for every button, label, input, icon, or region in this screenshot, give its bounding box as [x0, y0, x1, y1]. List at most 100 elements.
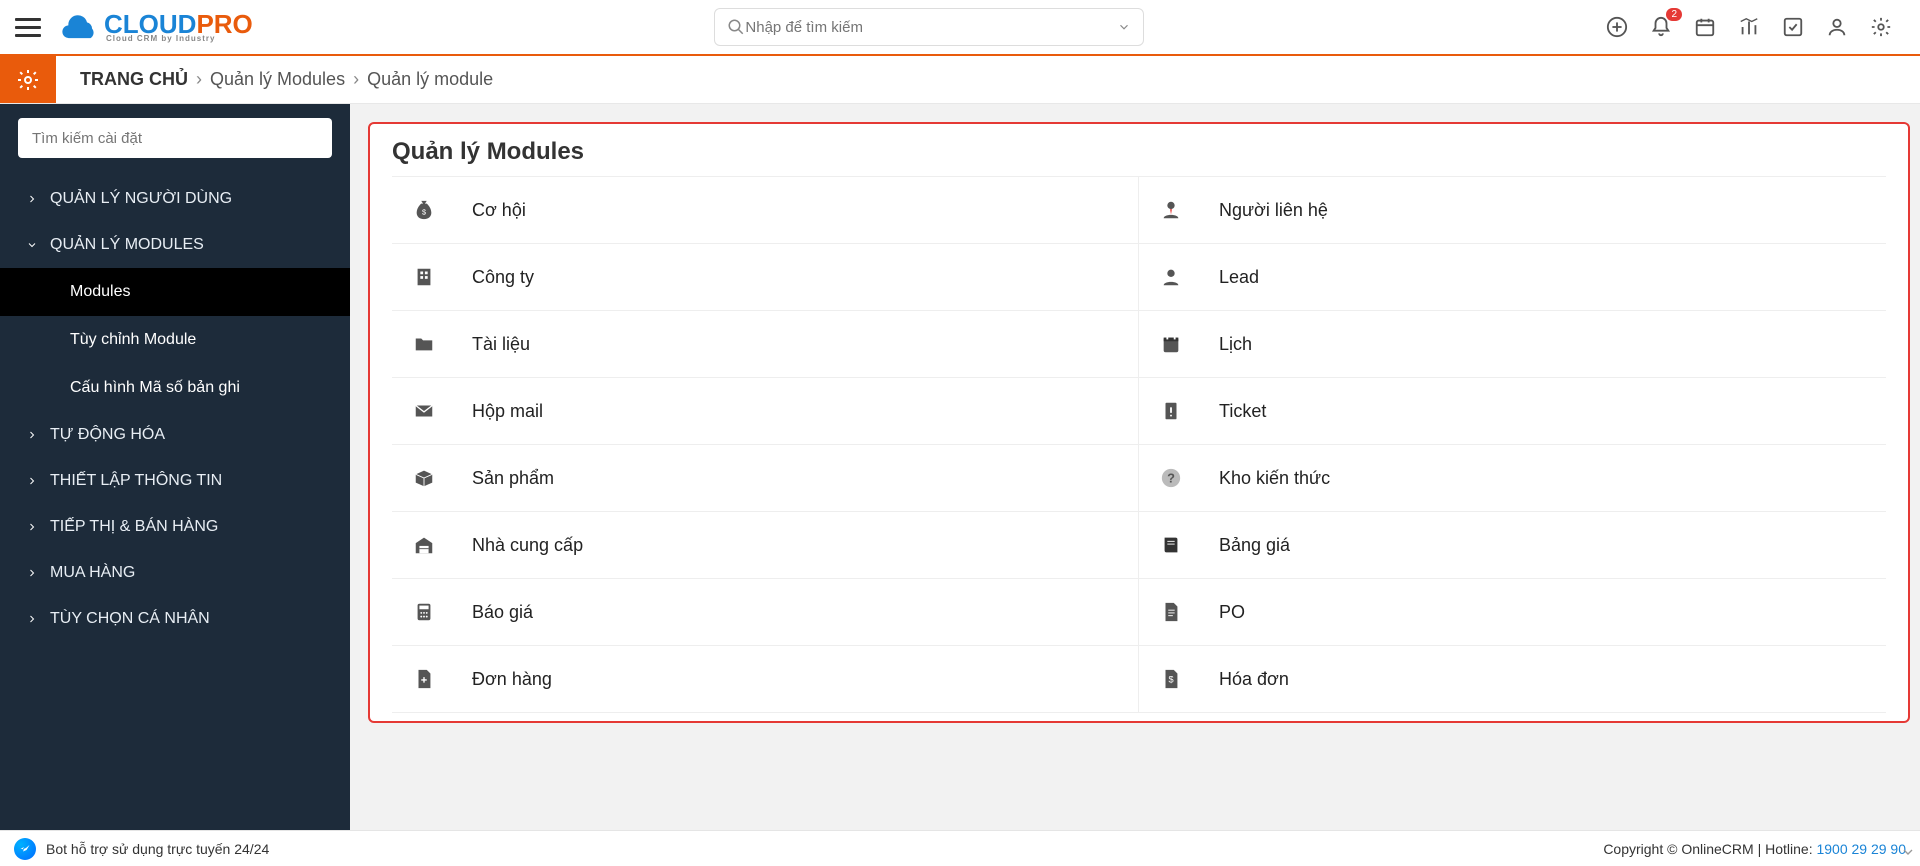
- module-label: Sản phẩm: [472, 468, 554, 489]
- sidebar-item-5[interactable]: MUA HÀNG: [0, 550, 350, 596]
- module-label: Báo giá: [472, 602, 533, 623]
- sidebar-item-label: QUẢN LÝ NGƯỜI DÙNG: [50, 190, 232, 208]
- breadcrumb-level2: Quản lý module: [367, 69, 493, 90]
- module-item-po[interactable]: PO: [1139, 579, 1886, 646]
- sidebar-item-0[interactable]: QUẢN LÝ NGƯỜI DÙNG: [0, 176, 350, 222]
- calendar-icon: [1157, 333, 1185, 355]
- add-button[interactable]: [1606, 16, 1628, 38]
- chevron-right-icon: [26, 193, 38, 205]
- subbar: TRANG CHỦ › Quản lý Modules › Quản lý mo…: [0, 56, 1920, 104]
- sidebar-subitem-1-0[interactable]: Modules: [0, 268, 350, 316]
- module-item-lịch[interactable]: Lịch: [1139, 311, 1886, 378]
- tasks-button[interactable]: [1782, 16, 1804, 38]
- sidebar-search-input[interactable]: [18, 118, 332, 158]
- search-input[interactable]: [745, 19, 1117, 36]
- main-layout: QUẢN LÝ NGƯỜI DÙNG QUẢN LÝ MODULES Modules…: [0, 104, 1920, 830]
- question-icon: ?: [1157, 467, 1185, 489]
- settings-sidebar: QUẢN LÝ NGƯỜI DÙNG QUẢN LÝ MODULES Modules…: [0, 104, 350, 830]
- module-grid: $Cơ hội Người liên hệ Công ty Lead Tài liệu L…: [392, 176, 1886, 713]
- sidebar-item-label: QUẢN LÝ MODULES: [50, 236, 204, 254]
- person-icon: [1157, 266, 1185, 288]
- box-icon: [410, 467, 438, 489]
- top-icons: 2: [1606, 16, 1920, 38]
- chevron-right-icon: ›: [196, 69, 202, 90]
- notification-badge: 2: [1666, 8, 1682, 21]
- svg-text:$: $: [422, 208, 426, 217]
- module-label: Người liên hệ: [1219, 200, 1328, 221]
- building-icon: [410, 266, 438, 288]
- module-item-đơn-hàng[interactable]: Đơn hàng: [392, 646, 1139, 713]
- doc-icon: [1157, 601, 1185, 623]
- doc-export-icon: [410, 668, 438, 690]
- module-item-hóa-đơn[interactable]: $ Hóa đơn: [1139, 646, 1886, 713]
- module-label: Tài liệu: [472, 334, 530, 355]
- ticket-icon: [1157, 400, 1185, 422]
- svg-text:?: ?: [1167, 471, 1175, 486]
- module-item-kho-kiến-thức[interactable]: ? Kho kiến thức: [1139, 445, 1886, 512]
- sidebar-item-4[interactable]: TIẾP THỊ & BÁN HÀNG: [0, 504, 350, 550]
- global-search[interactable]: [714, 8, 1144, 46]
- breadcrumb-level1[interactable]: Quản lý Modules: [210, 69, 345, 90]
- chevron-right-icon: [26, 567, 38, 579]
- sidebar-subitem-1-1[interactable]: Tùy chỉnh Module: [0, 316, 350, 364]
- hotline-number[interactable]: 1900 29 29 90: [1816, 841, 1906, 857]
- chevron-right-icon: [26, 521, 38, 533]
- sidebar-item-label: TÙY CHỌN CÁ NHÂN: [50, 610, 210, 628]
- module-item-cơ-hội[interactable]: $Cơ hội: [392, 177, 1139, 244]
- logo[interactable]: CLOUDPRO Cloud CRM by Industry: [62, 11, 253, 43]
- scroll-down-button[interactable]: [1900, 844, 1916, 860]
- chevron-right-icon: [26, 429, 38, 441]
- sidebar-item-3[interactable]: THIẾT LẬP THÔNG TIN: [0, 458, 350, 504]
- chevron-right-icon: ›: [353, 69, 359, 90]
- logo-tagline: Cloud CRM by Industry: [106, 35, 253, 43]
- settings-button[interactable]: [1870, 16, 1892, 38]
- module-label: Bảng giá: [1219, 535, 1290, 556]
- module-item-báo-giá[interactable]: Báo giá: [392, 579, 1139, 646]
- bot-support-text[interactable]: Bot hỗ trợ sử dụng trực tuyến 24/24: [46, 841, 269, 857]
- module-item-tài-liệu[interactable]: Tài liệu: [392, 311, 1139, 378]
- modules-panel: Quản lý Modules $Cơ hộiNgười liên hệCông…: [368, 122, 1910, 723]
- module-item-hộp-mail[interactable]: Hộp mail: [392, 378, 1139, 445]
- settings-panel-toggle[interactable]: [0, 56, 56, 103]
- calendar-button[interactable]: [1694, 16, 1716, 38]
- svg-text:$: $: [1168, 675, 1173, 685]
- sidebar-item-label: MUA HÀNG: [50, 564, 135, 582]
- sidebar-item-6[interactable]: TÙY CHỌN CÁ NHÂN: [0, 596, 350, 642]
- module-label: PO: [1219, 602, 1245, 623]
- breadcrumb: TRANG CHỦ › Quản lý Modules › Quản lý mo…: [56, 56, 493, 103]
- hotline-label: Hotline:: [1765, 841, 1812, 857]
- profile-button[interactable]: [1826, 16, 1848, 38]
- sidebar-item-label: TỰ ĐỘNG HÓA: [50, 426, 165, 444]
- hamburger-menu[interactable]: [0, 0, 56, 55]
- sidebar-item-2[interactable]: TỰ ĐỘNG HÓA: [0, 412, 350, 458]
- search-icon: [727, 18, 745, 36]
- module-item-bảng-giá[interactable]: Bảng giá: [1139, 512, 1886, 579]
- chevron-right-icon: [26, 613, 38, 625]
- module-item-lead[interactable]: Lead: [1139, 244, 1886, 311]
- module-label: Công ty: [472, 267, 534, 288]
- sidebar-item-1[interactable]: QUẢN LÝ MODULES: [0, 222, 350, 268]
- module-item-nhà-cung-cấp[interactable]: Nhà cung cấp: [392, 512, 1139, 579]
- reports-button[interactable]: [1738, 16, 1760, 38]
- breadcrumb-home[interactable]: TRANG CHỦ: [80, 69, 188, 90]
- module-label: Kho kiến thức: [1219, 468, 1330, 489]
- sidebar-subitem-1-2[interactable]: Cấu hình Mã số bản ghi: [0, 364, 350, 412]
- calc-icon: [410, 601, 438, 623]
- book-icon: [1157, 534, 1185, 556]
- footer-right: Copyright © OnlineCRM | Hotline: 1900 29…: [1603, 841, 1906, 857]
- module-item-công-ty[interactable]: Công ty: [392, 244, 1139, 311]
- chevron-down-icon: [26, 239, 38, 251]
- chevron-down-icon[interactable]: [1117, 20, 1131, 34]
- module-label: Lịch: [1219, 334, 1252, 355]
- module-label: Hóa đơn: [1219, 669, 1289, 690]
- module-label: Ticket: [1219, 401, 1266, 422]
- messenger-icon[interactable]: [14, 838, 36, 860]
- module-item-ticket[interactable]: Ticket: [1139, 378, 1886, 445]
- notifications-button[interactable]: 2: [1650, 16, 1672, 38]
- module-item-người-liên-hệ[interactable]: Người liên hệ: [1139, 177, 1886, 244]
- copyright-text: Copyright © OnlineCRM: [1603, 841, 1753, 857]
- module-item-sản-phẩm[interactable]: Sản phẩm: [392, 445, 1139, 512]
- sidebar-item-label: THIẾT LẬP THÔNG TIN: [50, 472, 222, 490]
- footer: Bot hỗ trợ sử dụng trực tuyến 24/24 Copy…: [0, 830, 1920, 866]
- sidebar-item-label: TIẾP THỊ & BÁN HÀNG: [50, 518, 218, 536]
